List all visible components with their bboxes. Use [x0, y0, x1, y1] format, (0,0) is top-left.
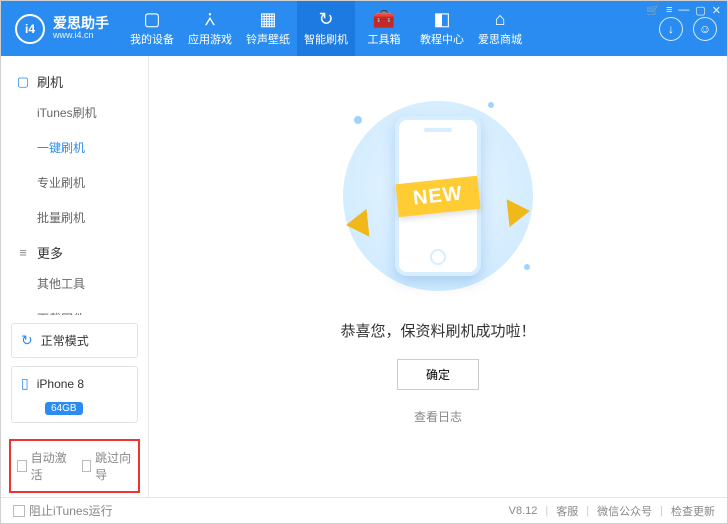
- wallpaper-icon: ▦: [259, 10, 276, 28]
- separator: |: [586, 505, 589, 517]
- checkbox-icon: [82, 460, 92, 472]
- update-link[interactable]: 检查更新: [671, 503, 715, 519]
- support-link[interactable]: 客服: [556, 503, 578, 519]
- phone-icon: ▢: [15, 74, 31, 90]
- auto-activate-checkbox[interactable]: 自动激活: [17, 449, 68, 483]
- block-itunes-checkbox[interactable]: 阻止iTunes运行: [13, 502, 113, 519]
- sparkle-icon: [354, 116, 362, 124]
- version-label: V8.12: [509, 505, 538, 517]
- window-close-icon[interactable]: ✕: [712, 4, 721, 17]
- brand: i4 爱思助手 www.i4.cn: [1, 1, 123, 56]
- sparkle-icon: [524, 264, 530, 270]
- footer-bar: 阻止iTunes运行 V8.12 | 客服 | 微信公众号 | 检查更新: [1, 497, 727, 523]
- download-button[interactable]: ↓: [659, 17, 683, 41]
- nav-store[interactable]: ⌂ 爱思商城: [471, 1, 529, 56]
- window-controls: 🛒 ≡ — ▢ ✕: [646, 4, 721, 17]
- checkbox-icon: [13, 505, 25, 517]
- sidebar-item-download-firmware[interactable]: 下载固件: [37, 301, 148, 315]
- brand-title: 爱思助手: [53, 16, 109, 31]
- logo-icon: i4: [15, 14, 45, 44]
- sidebar-item-onekey-flash[interactable]: 一键刷机: [37, 130, 148, 165]
- nav-ringtones[interactable]: ▦ 铃声壁纸: [239, 1, 297, 56]
- cart-icon[interactable]: 🛒: [646, 4, 660, 17]
- sidebar-bottom: ↻ 正常模式 ▯ iPhone 8 64GB: [1, 315, 148, 439]
- nav-toolbox[interactable]: 🧰 工具箱: [355, 1, 413, 56]
- sidebar-group-more[interactable]: ≡ 更多: [1, 235, 148, 266]
- nav-tutorial[interactable]: ◧ 教程中心: [413, 1, 471, 56]
- nav-label: 教程中心: [420, 31, 464, 47]
- checkbox-label: 跳过向导: [95, 449, 132, 483]
- nav-label: 智能刷机: [304, 31, 348, 47]
- sidebar-group-title: 刷机: [37, 72, 63, 91]
- window-minimize-icon[interactable]: —: [678, 4, 689, 17]
- refresh-icon: ↻: [21, 332, 33, 349]
- nav-label: 爱思商城: [478, 31, 522, 47]
- sidebar-group-flash[interactable]: ▢ 刷机: [1, 64, 148, 95]
- user-button[interactable]: ☺: [693, 17, 717, 41]
- sidebar-item-pro-flash[interactable]: 专业刷机: [37, 165, 148, 200]
- tutorial-icon: ◧: [433, 10, 450, 28]
- store-icon: ⌂: [495, 10, 506, 28]
- separator: |: [660, 505, 663, 517]
- phone-icon: ▯: [21, 375, 29, 392]
- sidebar-item-other-tools[interactable]: 其他工具: [37, 266, 148, 301]
- checkbox-label: 阻止iTunes运行: [29, 502, 113, 519]
- body: ▢ 刷机 iTunes刷机 一键刷机 专业刷机 批量刷机 ≡ 更多 其他工具 下…: [1, 56, 727, 497]
- sidebar-item-itunes-flash[interactable]: iTunes刷机: [37, 95, 148, 130]
- sidebar-group-flash-items: iTunes刷机 一键刷机 专业刷机 批量刷机: [1, 95, 148, 235]
- nav-label: 工具箱: [368, 31, 401, 47]
- options-highlight-box: 自动激活 跳过向导: [9, 439, 140, 493]
- sidebar-group-more-items: 其他工具 下载固件 高级功能: [1, 266, 148, 315]
- ok-button[interactable]: 确定: [397, 359, 479, 390]
- menu-icon[interactable]: ≡: [666, 4, 672, 17]
- top-nav: ▢ 我的设备 ⩑ 应用游戏 ▦ 铃声壁纸 ↻ 智能刷机 🧰 工具箱 ◧ 教程中心: [123, 1, 659, 56]
- device-icon: ▢: [143, 10, 160, 28]
- list-icon: ≡: [15, 245, 31, 260]
- nav-apps[interactable]: ⩑ 应用游戏: [181, 1, 239, 56]
- device-name: iPhone 8: [37, 377, 84, 391]
- sidebar: ▢ 刷机 iTunes刷机 一键刷机 专业刷机 批量刷机 ≡ 更多 其他工具 下…: [1, 56, 149, 497]
- success-illustration: NEW: [328, 96, 548, 296]
- checkbox-icon: [17, 460, 27, 472]
- checkbox-label: 自动激活: [31, 449, 68, 483]
- brand-site: www.i4.cn: [53, 31, 109, 41]
- apps-icon: ⩑: [205, 10, 216, 28]
- storage-badge: 64GB: [45, 402, 83, 415]
- header-bar: 🛒 ≡ — ▢ ✕ i4 爱思助手 www.i4.cn ▢ 我的设备 ⩑ 应用游…: [1, 1, 727, 56]
- nav-flash[interactable]: ↻ 智能刷机: [297, 1, 355, 56]
- ribbon-tail-icon: [345, 209, 370, 239]
- sidebar-group-title: 更多: [37, 243, 63, 262]
- sidebar-item-batch-flash[interactable]: 批量刷机: [37, 200, 148, 235]
- app-window: 🛒 ≡ — ▢ ✕ i4 爱思助手 www.i4.cn ▢ 我的设备 ⩑ 应用游…: [0, 0, 728, 524]
- nav-label: 铃声壁纸: [246, 31, 290, 47]
- main-area: NEW 恭喜您，保资料刷机成功啦！ 确定 查看日志: [149, 56, 727, 497]
- success-text: 恭喜您，保资料刷机成功啦！: [340, 320, 535, 341]
- nav-label: 我的设备: [130, 31, 174, 47]
- brand-text: 爱思助手 www.i4.cn: [53, 16, 109, 41]
- nav-label: 应用游戏: [188, 31, 232, 47]
- wechat-link[interactable]: 微信公众号: [597, 503, 652, 519]
- sparkle-icon: [488, 102, 494, 108]
- sidebar-scroll: ▢ 刷机 iTunes刷机 一键刷机 专业刷机 批量刷机 ≡ 更多 其他工具 下…: [1, 56, 148, 315]
- skip-guide-checkbox[interactable]: 跳过向导: [82, 449, 133, 483]
- toolbox-icon: 🧰: [373, 10, 395, 28]
- ribbon-tail-icon: [507, 197, 532, 227]
- nav-my-device[interactable]: ▢ 我的设备: [123, 1, 181, 56]
- separator: |: [545, 505, 548, 517]
- mode-card[interactable]: ↻ 正常模式: [11, 323, 138, 358]
- content: NEW 恭喜您，保资料刷机成功啦！ 确定 查看日志: [149, 56, 727, 497]
- mode-label: 正常模式: [41, 332, 89, 349]
- flash-icon: ↻: [318, 10, 333, 28]
- device-card[interactable]: ▯ iPhone 8 64GB: [11, 366, 138, 423]
- view-log-link[interactable]: 查看日志: [414, 408, 462, 425]
- window-maximize-icon[interactable]: ▢: [695, 4, 705, 17]
